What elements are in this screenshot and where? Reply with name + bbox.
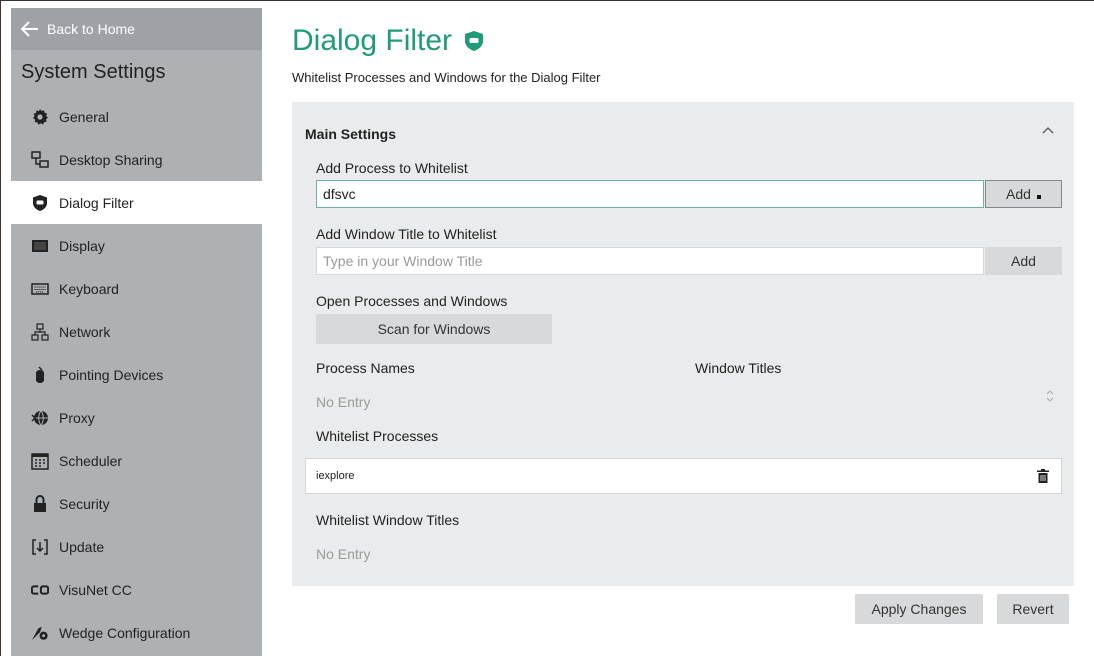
open-processes-empty: No Entry [316,394,371,410]
whitelist-windows-empty: No Entry [316,546,371,562]
page-header: Dialog Filter [292,24,484,58]
update-icon [31,538,49,556]
main-settings-panel: Main Settings Add Process to Whitelist A… [292,102,1074,586]
sidebar-item-update[interactable]: Update [11,525,262,568]
calendar-icon [31,452,49,470]
lock-icon [31,494,49,513]
sidebar-item-scheduler[interactable]: Scheduler [11,439,262,482]
sidebar-item-label: Pointing Devices [59,366,164,383]
add-process-button[interactable]: Add [985,180,1062,208]
sidebar-item-security[interactable]: Security [11,482,262,525]
page-subtitle: Whitelist Processes and Windows for the … [292,70,601,85]
add-window-title-input[interactable] [316,247,984,275]
keyboard-icon [31,280,49,298]
process-names-header: Process Names [316,360,415,376]
visunet-icon [31,581,49,599]
whitelist-process-name: iexplore [316,470,355,482]
add-process-label: Add Process to Whitelist [316,160,468,176]
revert-button[interactable]: Revert [997,594,1069,624]
mouse-icon [31,365,49,384]
whitelist-processes-label: Whitelist Processes [316,428,439,444]
add-window-title-button[interactable]: Add [985,247,1062,275]
sidebar: Back to Home System Settings General Des… [11,8,262,656]
sidebar-item-label: Proxy [59,409,95,426]
main-content: Dialog Filter Whitelist Processes and Wi… [292,0,1082,656]
sidebar-item-label: VisuNet CC [59,581,132,598]
back-label: Back to Home [47,21,135,37]
back-to-home-button[interactable]: Back to Home [11,8,262,50]
open-processes-label: Open Processes and Windows [316,293,508,309]
page-title: Dialog Filter [292,24,453,57]
shield-icon [31,194,49,212]
cursor-indicator [1036,195,1041,199]
sidebar-item-label: Display [59,237,105,254]
sidebar-item-keyboard[interactable]: Keyboard [11,267,262,310]
trash-icon[interactable] [1037,469,1049,483]
proxy-icon [31,409,49,427]
add-button-label: Add [1006,186,1031,202]
section-title: Main Settings [305,126,397,142]
add-process-input[interactable] [316,180,984,208]
sidebar-item-desktop-sharing[interactable]: Desktop Sharing [11,138,262,181]
sidebar-item-label: General [59,108,109,125]
sidebar-item-general[interactable]: General [11,95,262,138]
sidebar-item-network[interactable]: Network [11,310,262,353]
wedge-icon [31,624,49,642]
chevron-up-icon[interactable] [1040,122,1056,138]
scroll-spinner-icon[interactable] [1046,388,1054,404]
display-icon [31,237,49,255]
network-icon [31,322,49,341]
shield-icon [464,30,484,52]
sidebar-item-label: Network [59,323,111,340]
sidebar-title: System Settings [21,61,166,83]
sidebar-item-display[interactable]: Display [11,224,262,267]
sidebar-item-wedge-configuration[interactable]: Wedge Configuration [11,611,262,654]
apply-changes-button[interactable]: Apply Changes [855,594,983,624]
sidebar-item-label: Security [59,495,110,512]
sidebar-item-label: Dialog Filter [59,194,134,211]
whitelist-window-titles-label: Whitelist Window Titles [316,512,460,528]
sidebar-item-label: Keyboard [59,280,119,297]
desktop-sharing-icon [31,150,49,169]
add-button-label: Add [1011,253,1036,269]
sidebar-item-label: Desktop Sharing [59,151,163,168]
sidebar-item-pointing-devices[interactable]: Pointing Devices [11,353,262,396]
gear-icon [31,108,49,126]
arrow-left-icon [21,21,38,37]
sidebar-item-label: Wedge Configuration [59,624,191,641]
scan-for-windows-button[interactable]: Scan for Windows [316,314,552,344]
sidebar-item-proxy[interactable]: Proxy [11,396,262,439]
list-item: iexplore [305,458,1062,494]
sidebar-item-dialog-filter[interactable]: Dialog Filter [11,181,262,224]
window-titles-header: Window Titles [695,360,782,376]
sidebar-item-label: Update [59,538,105,555]
add-window-label: Add Window Title to Whitelist [316,226,497,242]
sidebar-item-visunet-cc[interactable]: VisuNet CC [11,568,262,611]
sidebar-item-label: Scheduler [59,452,123,469]
